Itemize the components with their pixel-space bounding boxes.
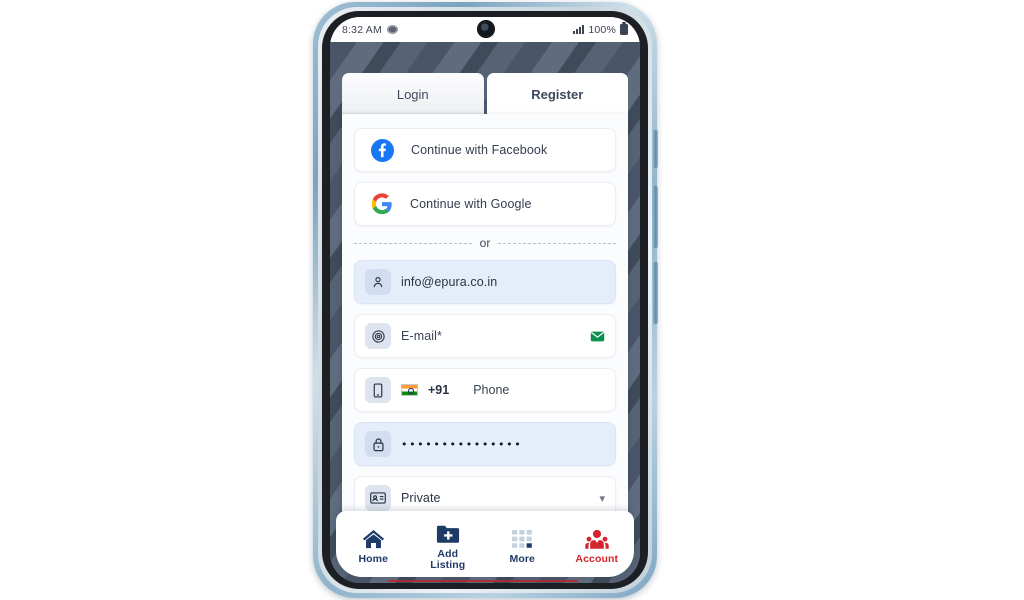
continue-with-google-button[interactable]: Continue with Google: [354, 182, 616, 226]
phone-screen: 8:32 AM 100% Login Register Continue wit…: [330, 17, 640, 583]
email-trailing: [590, 331, 605, 342]
folder-plus-icon: [436, 523, 460, 545]
nav-item-home-label: Home: [358, 553, 389, 566]
tab-login[interactable]: Login: [342, 73, 484, 115]
bottom-accent-strip: [388, 580, 578, 582]
grid-icon: [511, 528, 533, 550]
or-divider: or: [354, 236, 617, 250]
password-value: •••••••••••••••: [401, 437, 523, 451]
phone-side-button-top[interactable]: [653, 130, 658, 168]
front-camera-punch-hole: [478, 21, 494, 37]
at-sign-icon: [365, 323, 391, 349]
facebook-button-label: Continue with Facebook: [411, 143, 548, 157]
screenshot-stage: 8:32 AM 100% Login Register Continue wit…: [0, 0, 1024, 600]
phone-volume-down-button[interactable]: [653, 262, 658, 324]
envelope-icon: [590, 331, 605, 341]
google-icon: [371, 193, 392, 215]
id-card-icon: [365, 485, 391, 511]
nav-item-add-listing[interactable]: Add Listing: [411, 517, 486, 572]
lock-icon: [365, 431, 391, 457]
chevron-down-icon[interactable]: ▾: [599, 492, 605, 505]
tab-login-label: Login: [396, 86, 429, 102]
india-flag-icon: [401, 384, 418, 396]
or-divider-line-right: [498, 242, 617, 244]
capsule-indicator-icon: [386, 25, 398, 34]
nav-item-account[interactable]: Account: [560, 522, 635, 566]
mobile-phone-icon: [365, 377, 391, 403]
email-placeholder: E-mail*: [401, 329, 442, 343]
register-form-card: Continue with Facebook Continue with Goo…: [342, 114, 628, 558]
or-divider-line-left: [354, 242, 472, 244]
battery-percent-label: 100%: [588, 23, 616, 36]
register-form-body: Continue with Facebook Continue with Goo…: [342, 114, 628, 520]
battery-full-icon: [620, 22, 628, 35]
bottom-navigation-bar: Home Add Listing More Account: [336, 511, 634, 577]
user-group-icon: [585, 528, 609, 550]
username-value: info@epura.co.in: [401, 275, 498, 289]
nav-item-account-label: Account: [575, 553, 619, 566]
auth-tabs: Login Register: [342, 73, 628, 115]
tab-register[interactable]: Register: [486, 73, 628, 115]
status-bar-left: 8:32 AM: [342, 24, 398, 36]
facebook-icon: [371, 138, 394, 162]
phone-volume-up-button[interactable]: [653, 186, 658, 248]
username-field[interactable]: info@epura.co.in: [354, 260, 616, 304]
status-bar-right: 100%: [573, 22, 628, 36]
password-field[interactable]: •••••••••••••••: [354, 422, 616, 466]
nav-item-more-label: More: [509, 553, 535, 566]
status-bar-time: 8:32 AM: [342, 23, 382, 36]
signal-bars-icon: [573, 25, 585, 34]
phone-field[interactable]: +91 Phone: [354, 368, 616, 412]
nav-item-more[interactable]: More: [485, 522, 560, 566]
email-field[interactable]: E-mail*: [354, 314, 616, 358]
account-type-value: Private: [401, 491, 441, 505]
google-button-label: Continue with Google: [410, 197, 532, 211]
continue-with-facebook-button[interactable]: Continue with Facebook: [354, 128, 616, 172]
nav-item-add-listing-label: Add Listing: [430, 547, 466, 571]
phone-country-code: +91: [428, 383, 450, 397]
or-divider-label: or: [479, 236, 491, 250]
user-icon: [365, 269, 391, 295]
tab-register-label: Register: [531, 86, 584, 102]
phone-placeholder: Phone: [473, 383, 510, 397]
home-icon: [362, 528, 385, 550]
nav-item-home[interactable]: Home: [336, 522, 411, 566]
